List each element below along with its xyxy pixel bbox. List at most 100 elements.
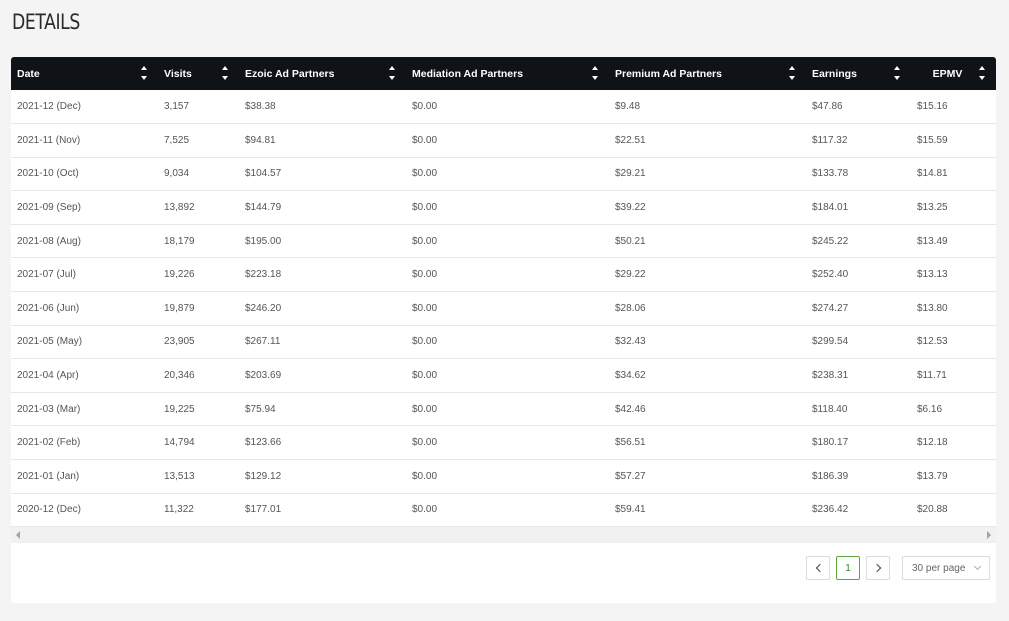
cell-ezoic-ad-partners: $129.12 (245, 470, 282, 482)
page-button-current[interactable]: 1 (836, 556, 860, 580)
details-table: Date Visits Ezoic Ad Partners Mediation … (11, 57, 996, 527)
column-header-epmv[interactable]: EPMV (911, 57, 996, 90)
column-header-label: Earnings (812, 67, 857, 80)
scroll-right-icon[interactable] (987, 531, 991, 539)
table-row: 2021-09 (Sep) 13,892 $144.79 $0.00 $39.22 $18… (11, 191, 996, 225)
cell-date: 2020-12 (Dec) (17, 504, 81, 516)
cell-date: 2021-12 (Dec) (17, 101, 81, 113)
cell-premium-ad-partners: $59.41 (615, 504, 646, 516)
cell-ezoic-ad-partners: $223.18 (245, 269, 282, 281)
cell-epmv: $12.18 (917, 437, 948, 449)
table-row: 2021-04 (Apr) 20,346 $203.69 $0.00 $34.62 $23… (11, 359, 996, 393)
cell-date: 2021-09 (Sep) (17, 202, 81, 214)
cell-mediation-ad-partners: $0.00 (412, 101, 438, 113)
column-header-label: EPMV (932, 67, 963, 80)
cell-premium-ad-partners: $22.51 (615, 134, 646, 146)
cell-visits: 19,225 (164, 403, 195, 415)
cell-mediation-ad-partners: $0.00 (412, 370, 438, 382)
column-header-mediation-ad-partners[interactable]: Mediation Ad Partners (406, 57, 609, 90)
cell-premium-ad-partners: $9.48 (615, 101, 641, 113)
cell-premium-ad-partners: $32.43 (615, 336, 646, 348)
cell-ezoic-ad-partners: $177.01 (245, 504, 282, 516)
sort-icon[interactable] (388, 66, 396, 80)
cell-mediation-ad-partners: $0.00 (412, 235, 438, 247)
cell-ezoic-ad-partners: $195.00 (245, 235, 282, 247)
cell-earnings: $180.17 (812, 437, 849, 449)
cell-epmv: $20.88 (917, 504, 948, 516)
cell-date: 2021-02 (Feb) (17, 437, 81, 449)
horizontal-scrollbar[interactable] (11, 527, 996, 543)
previous-page-button[interactable] (806, 556, 830, 580)
cell-mediation-ad-partners: $0.00 (412, 202, 438, 214)
cell-mediation-ad-partners: $0.00 (412, 403, 438, 415)
cell-ezoic-ad-partners: $38.38 (245, 101, 276, 113)
sort-icon[interactable] (788, 66, 796, 80)
column-header-earnings[interactable]: Earnings (806, 57, 911, 90)
cell-visits: 23,905 (164, 336, 195, 348)
cell-earnings: $252.40 (812, 269, 849, 281)
table-body: 2021-12 (Dec) 3,157 $38.38 $0.00 $9.48 $47.86… (11, 90, 996, 527)
cell-mediation-ad-partners: $0.00 (412, 134, 438, 146)
chevron-right-icon (872, 563, 881, 573)
cell-earnings: $118.40 (812, 403, 848, 415)
chevron-left-icon (815, 563, 824, 573)
cell-date: 2021-04 (Apr) (17, 370, 79, 382)
sort-icon[interactable] (893, 66, 901, 80)
cell-mediation-ad-partners: $0.00 (412, 437, 438, 449)
sort-icon[interactable] (978, 66, 986, 80)
cell-ezoic-ad-partners: $94.81 (245, 134, 276, 146)
scroll-left-icon[interactable] (16, 531, 20, 539)
column-header-date[interactable]: Date (11, 57, 158, 90)
cell-mediation-ad-partners: $0.00 (412, 504, 438, 516)
cell-earnings: $236.42 (812, 504, 849, 516)
sort-icon[interactable] (140, 66, 148, 80)
column-header-visits[interactable]: Visits (158, 57, 239, 90)
table-row: 2021-05 (May) 23,905 $267.11 $0.00 $32.43 $29… (11, 325, 996, 359)
table-row: 2021-07 (Jul) 19,226 $223.18 $0.00 $29.22 $25… (11, 258, 996, 292)
cell-premium-ad-partners: $57.27 (615, 470, 646, 482)
next-page-button[interactable] (866, 556, 890, 580)
cell-epmv: $13.25 (917, 202, 948, 214)
cell-visits: 3,157 (164, 101, 190, 113)
cell-premium-ad-partners: $50.21 (615, 235, 646, 247)
cell-date: 2021-03 (Mar) (17, 403, 81, 415)
cell-epmv: $13.80 (917, 302, 948, 314)
cell-epmv: $12.53 (917, 336, 948, 348)
cell-visits: 19,879 (164, 302, 195, 314)
table-row: 2021-01 (Jan) 13,513 $129.12 $0.00 $57.27 $18… (11, 460, 996, 494)
cell-date: 2021-10 (Oct) (17, 168, 79, 180)
cell-epmv: $15.59 (917, 134, 948, 146)
cell-date: 2021-05 (May) (17, 336, 83, 348)
cell-premium-ad-partners: $34.62 (615, 370, 646, 382)
column-header-ezoic-ad-partners[interactable]: Ezoic Ad Partners (239, 57, 406, 90)
cell-visits: 13,513 (164, 470, 195, 482)
cell-premium-ad-partners: $29.21 (615, 168, 646, 180)
cell-earnings: $186.39 (812, 470, 849, 482)
cell-epmv: $14.81 (917, 168, 948, 180)
sort-icon[interactable] (221, 66, 229, 80)
cell-epmv: $13.13 (917, 269, 948, 281)
column-header-label: Visits (164, 67, 192, 80)
cell-ezoic-ad-partners: $267.11 (245, 336, 281, 348)
column-header-premium-ad-partners[interactable]: Premium Ad Partners (609, 57, 806, 90)
table-row: 2021-08 (Aug) 18,179 $195.00 $0.00 $50.21 $24… (11, 224, 996, 258)
cell-premium-ad-partners: $56.51 (615, 437, 646, 449)
column-header-label: Premium Ad Partners (615, 67, 722, 80)
cell-visits: 18,179 (164, 235, 195, 247)
table-row: 2021-11 (Nov) 7,525 $94.81 $0.00 $22.51 $117.… (11, 124, 996, 158)
table-row: 2020-12 (Dec) 11,322 $177.01 $0.00 $59.41 $23… (11, 493, 996, 527)
cell-visits: 9,034 (164, 168, 190, 180)
sort-icon[interactable] (591, 66, 599, 80)
pagination: 1 30 per page (11, 556, 996, 580)
cell-visits: 7,525 (164, 134, 190, 146)
cell-ezoic-ad-partners: $75.94 (245, 403, 276, 415)
column-header-label: Mediation Ad Partners (412, 67, 524, 80)
cell-ezoic-ad-partners: $246.20 (245, 302, 282, 314)
cell-ezoic-ad-partners: $123.66 (245, 437, 282, 449)
cell-earnings: $133.78 (812, 168, 849, 180)
cell-ezoic-ad-partners: $144.79 (245, 202, 282, 214)
cell-mediation-ad-partners: $0.00 (412, 168, 438, 180)
per-page-select[interactable]: 30 per page (902, 556, 990, 580)
cell-mediation-ad-partners: $0.00 (412, 470, 438, 482)
cell-ezoic-ad-partners: $104.57 (245, 168, 282, 180)
